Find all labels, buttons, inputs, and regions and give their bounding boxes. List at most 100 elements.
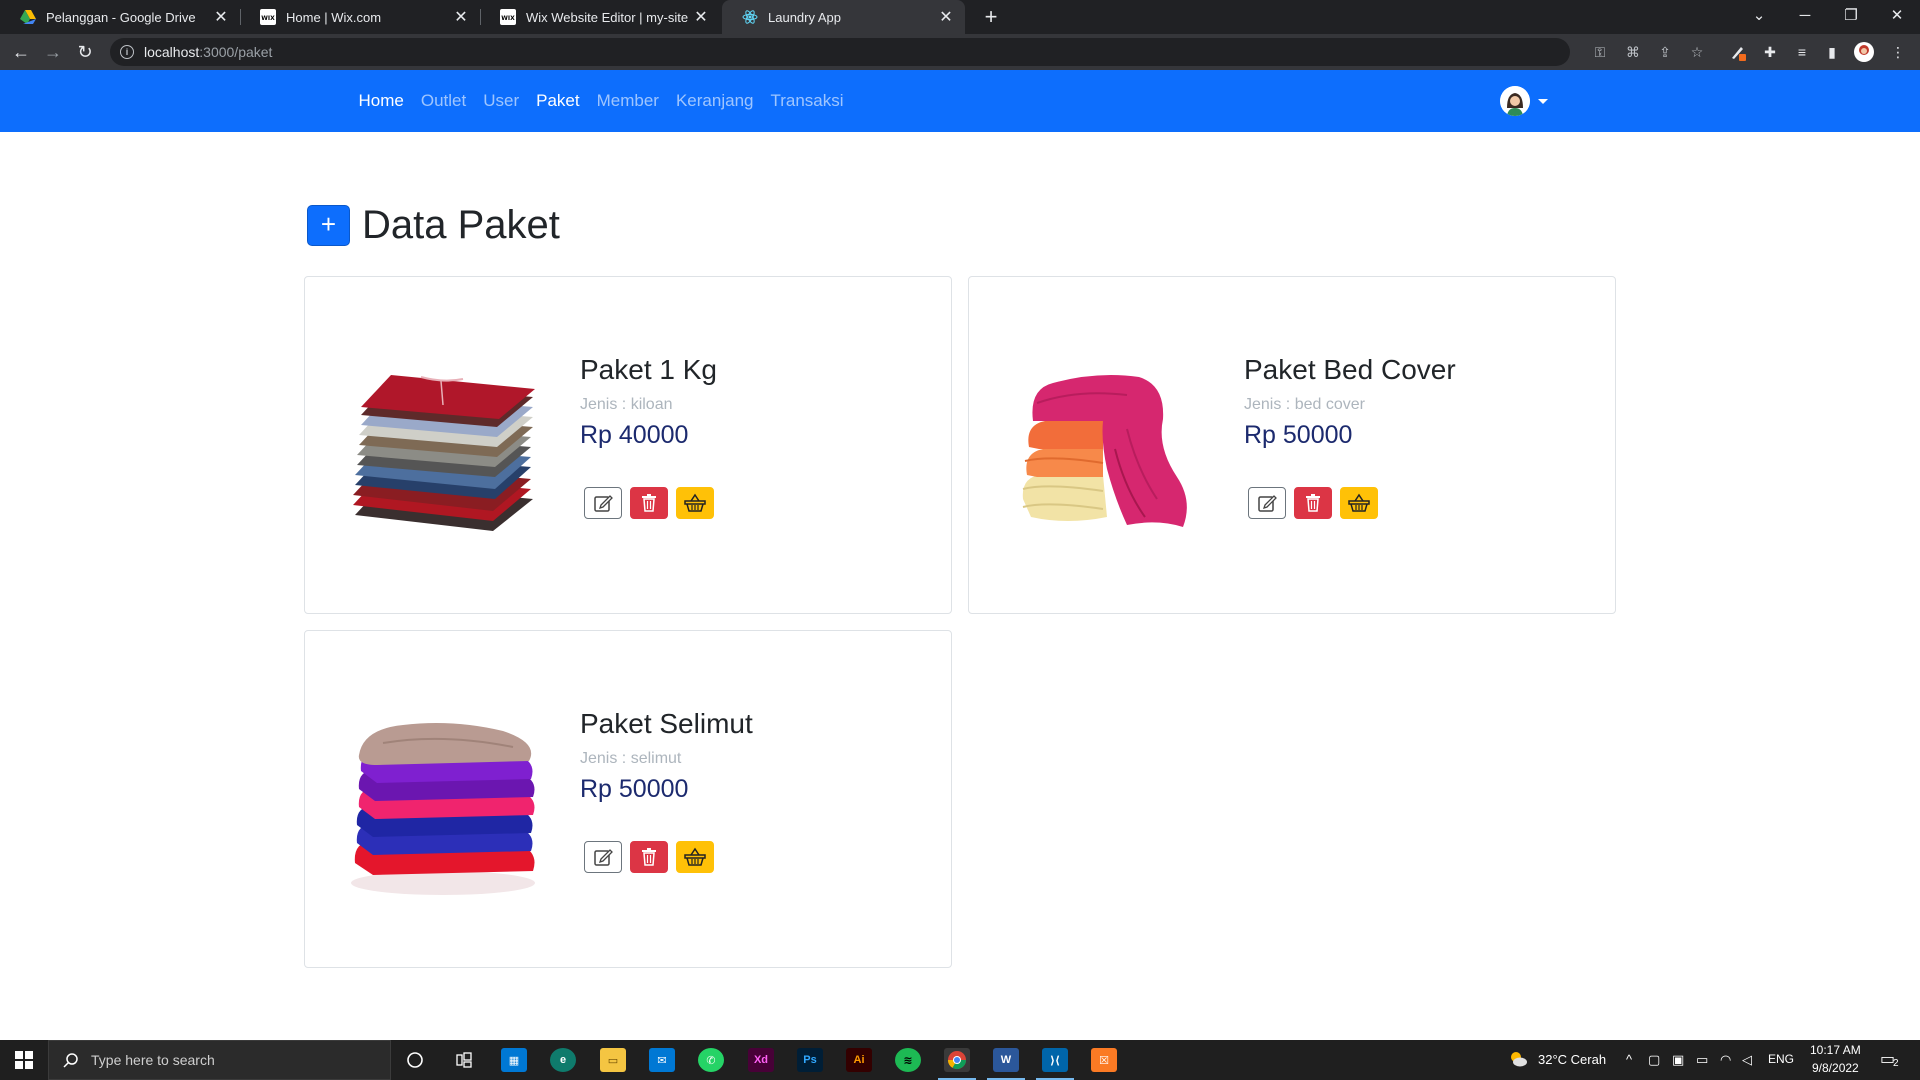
language-indicator[interactable]: ENG: [1768, 1052, 1794, 1066]
restore-icon[interactable]: ❐: [1828, 0, 1874, 30]
basket-icon: [684, 847, 706, 866]
card-jenis: Jenis : kiloan: [580, 396, 717, 414]
close-icon[interactable]: ✕: [692, 7, 710, 27]
mail-icon[interactable]: ✉: [649, 1048, 675, 1072]
minimize-icon[interactable]: ─: [1782, 0, 1828, 30]
windows-start-icon[interactable]: [0, 1040, 48, 1080]
wix-icon: WIX: [260, 9, 276, 25]
tab-google-drive[interactable]: Pelanggan - Google Drive ✕: [0, 0, 240, 34]
card-name: Paket Bed Cover: [1244, 354, 1456, 385]
add-to-cart-button[interactable]: [676, 841, 714, 873]
volume-icon[interactable]: ◁: [1742, 1052, 1752, 1068]
clock-time[interactable]: 10:17 AM: [1810, 1043, 1861, 1057]
card-info: Paket 1 Kg Jenis : kiloan Rp 40000: [580, 353, 717, 450]
card-name: Paket Selimut: [580, 708, 753, 739]
card-info: Paket Bed Cover Jenis : bed cover Rp 500…: [1244, 353, 1456, 450]
weather-text[interactable]: 32°C Cerah: [1538, 1052, 1606, 1067]
close-icon[interactable]: ✕: [452, 7, 470, 27]
chrome-icon[interactable]: [944, 1048, 970, 1072]
edge-icon[interactable]: e: [550, 1048, 576, 1072]
add-to-cart-button[interactable]: [676, 487, 714, 519]
delete-button[interactable]: [630, 841, 668, 873]
nav-transaksi[interactable]: Transaksi: [762, 91, 852, 111]
reload-icon[interactable]: ↻: [72, 39, 98, 65]
vscode-icon[interactable]: ⟩⟨: [1042, 1048, 1068, 1072]
extensions-puzzle-icon[interactable]: ✚: [1760, 42, 1780, 62]
folded-blankets-image: [1022, 375, 1187, 527]
nav-outlet[interactable]: Outlet: [412, 91, 474, 111]
nav-home[interactable]: Home: [350, 91, 412, 111]
jenis-label: Jenis :: [1244, 396, 1295, 413]
xampp-icon[interactable]: ☒: [1091, 1048, 1117, 1072]
photoshop-icon[interactable]: Ps: [797, 1048, 823, 1072]
jenis-value: selimut: [630, 750, 682, 767]
new-tab-icon[interactable]: +: [977, 3, 1005, 31]
tab-search-chevron-icon[interactable]: ⌄: [1736, 0, 1782, 30]
bookmark-star-icon[interactable]: ☆: [1687, 42, 1707, 62]
whatsapp-icon[interactable]: ✆: [698, 1048, 724, 1072]
display-icon[interactable]: ▣: [1672, 1052, 1684, 1068]
close-icon[interactable]: ✕: [212, 7, 230, 27]
address-bar[interactable]: i localhost :3000/paket: [110, 38, 1570, 66]
translate-icon[interactable]: ⌘: [1623, 42, 1643, 62]
tab-wix-home[interactable]: WIX Home | Wix.com ✕: [240, 0, 480, 34]
window-close-icon[interactable]: ✕: [1874, 0, 1920, 30]
nav-keranjang[interactable]: Keranjang: [667, 91, 762, 111]
extension-pen-icon[interactable]: [1728, 42, 1748, 62]
illustrator-icon[interactable]: Ai: [846, 1048, 872, 1072]
cortana-icon[interactable]: [402, 1048, 428, 1072]
folded-shirts-image: [353, 375, 535, 531]
share-icon[interactable]: ⇪: [1655, 42, 1675, 62]
chevron-up-icon[interactable]: ^: [1626, 1052, 1632, 1067]
weather-icon[interactable]: [1508, 1050, 1528, 1071]
profile-dropdown[interactable]: [1500, 86, 1548, 116]
adobe-xd-icon[interactable]: Xd: [748, 1048, 774, 1072]
card-price: Rp 50000: [580, 775, 689, 803]
tab-wix-editor[interactable]: WIX Wix Website Editor | my-site ✕: [480, 0, 720, 34]
taskbar-search-box[interactable]: Type here to search: [48, 1040, 391, 1080]
nav-user[interactable]: User: [475, 91, 528, 111]
tab-title: Wix Website Editor | my-site: [526, 9, 689, 25]
spotify-icon[interactable]: ≋: [895, 1048, 921, 1072]
add-to-cart-button[interactable]: [1340, 487, 1378, 519]
nav-links: Home Outlet User Paket Member Keranjang …: [350, 70, 852, 132]
edit-icon: [1258, 495, 1277, 512]
site-info-icon[interactable]: i: [120, 45, 134, 59]
avatar[interactable]: [1500, 86, 1530, 116]
wifi-icon[interactable]: ◠: [1720, 1052, 1731, 1068]
delete-button[interactable]: [1294, 487, 1332, 519]
page-heading: + Data Paket: [307, 203, 560, 248]
media-queue-icon[interactable]: ≡: [1792, 42, 1812, 62]
task-view-icon[interactable]: [451, 1048, 477, 1072]
browser-menu-icon[interactable]: ⋮: [1888, 42, 1908, 62]
clock-date[interactable]: 9/8/2022: [1812, 1061, 1859, 1075]
tab-laundry-app[interactable]: Laundry App ✕: [722, 0, 965, 34]
folded-towels-image: [351, 723, 535, 895]
jenis-value: bed cover: [1294, 396, 1365, 413]
nav-member[interactable]: Member: [588, 91, 667, 111]
windows-taskbar: Type here to search ▦ e ▭ ✉ ✆ Xd Ps Ai ≋…: [0, 1040, 1920, 1080]
back-arrow-icon[interactable]: ←: [8, 39, 34, 65]
delete-button[interactable]: [630, 487, 668, 519]
trash-icon: [642, 494, 656, 512]
file-explorer-icon[interactable]: ▭: [600, 1048, 626, 1072]
edit-button[interactable]: [584, 487, 622, 519]
key-icon[interactable]: ⚿: [1590, 42, 1610, 62]
close-icon[interactable]: ✕: [937, 7, 955, 27]
meet-now-icon[interactable]: ▢: [1648, 1052, 1660, 1068]
chevron-down-icon[interactable]: [1538, 98, 1548, 104]
forward-arrow-icon[interactable]: →: [40, 39, 66, 65]
edit-button[interactable]: [1248, 487, 1286, 519]
ms-store-icon[interactable]: ▦: [501, 1048, 527, 1072]
nav-paket[interactable]: Paket: [528, 91, 588, 111]
page-title: Data Paket: [362, 203, 560, 247]
word-icon[interactable]: W: [993, 1048, 1019, 1072]
profile-avatar-icon[interactable]: [1854, 42, 1874, 62]
paket-card: Paket 1 Kg Jenis : kiloan Rp 40000: [304, 276, 952, 614]
card-actions: [584, 487, 722, 519]
paket-card: Paket Bed Cover Jenis : bed cover Rp 500…: [968, 276, 1616, 614]
edit-button[interactable]: [584, 841, 622, 873]
battery-icon[interactable]: ▭: [1696, 1052, 1708, 1068]
add-paket-button[interactable]: +: [307, 205, 350, 246]
side-panel-icon[interactable]: ▮: [1822, 42, 1842, 62]
